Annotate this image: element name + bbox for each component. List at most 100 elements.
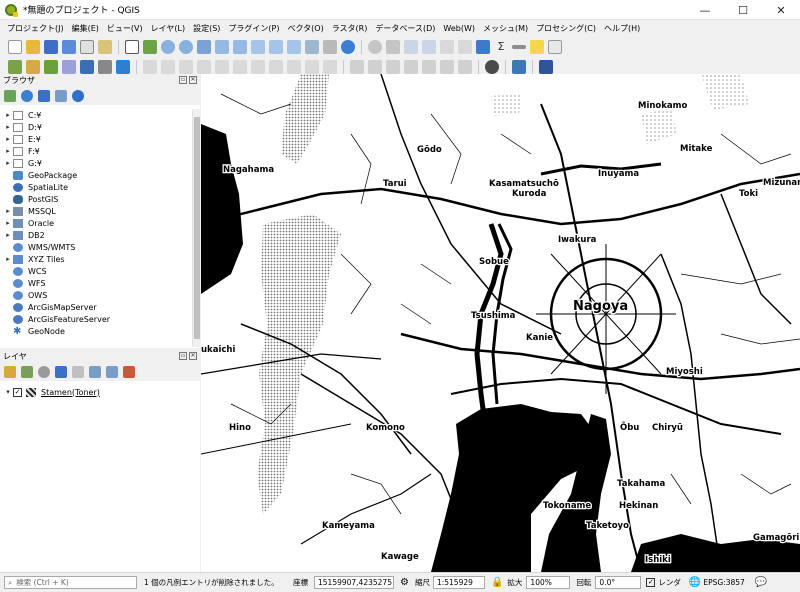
open-project-icon[interactable] bbox=[26, 39, 40, 54]
browser-item[interactable]: WMS/WMTS bbox=[0, 241, 192, 253]
close-panel-icon[interactable]: ✕ bbox=[189, 76, 197, 84]
copy-features-icon[interactable] bbox=[269, 60, 283, 74]
browser-item[interactable]: ▸ D:¥ bbox=[0, 121, 192, 133]
add-group-icon[interactable] bbox=[21, 366, 33, 378]
layout-manager-icon[interactable] bbox=[98, 39, 112, 54]
remove-layer-icon[interactable] bbox=[123, 366, 135, 378]
new-project-icon[interactable] bbox=[8, 39, 22, 54]
temporal-controller-icon[interactable] bbox=[323, 39, 337, 54]
browser-item[interactable]: ▸ F:¥ bbox=[0, 145, 192, 157]
statistics-sigma-icon[interactable]: Σ bbox=[494, 39, 508, 54]
show-hide-labels-icon[interactable] bbox=[386, 60, 400, 74]
plugin-icon[interactable] bbox=[539, 60, 553, 74]
browser-item[interactable]: ▸ G:¥ bbox=[0, 157, 192, 169]
measure-icon[interactable] bbox=[512, 44, 526, 49]
locator-search-input[interactable]: ⌕ 検索 (Ctrl + K) bbox=[4, 576, 137, 589]
style-panel-icon[interactable] bbox=[4, 366, 16, 378]
menu-project[interactable]: プロジェクト(J) bbox=[3, 23, 68, 34]
scale-field[interactable]: 1:515929 bbox=[432, 576, 485, 589]
map-canvas[interactable]: Minokamo Gōdo Mitake Nagahama Tarui Kasa… bbox=[201, 74, 800, 572]
zoom-full-icon[interactable] bbox=[197, 39, 211, 54]
menu-layer[interactable]: レイヤ(L) bbox=[147, 23, 189, 34]
maximize-button[interactable]: ☐ bbox=[724, 0, 762, 20]
chevron-right-icon[interactable]: ▸ bbox=[3, 159, 13, 167]
paste-features-icon[interactable] bbox=[287, 60, 301, 74]
info-icon[interactable] bbox=[72, 90, 84, 102]
python-console-icon[interactable] bbox=[512, 60, 526, 74]
lock-icon[interactable]: 🔒 bbox=[491, 577, 503, 588]
processing-toolbox-icon[interactable] bbox=[476, 39, 490, 54]
globe-icon[interactable] bbox=[485, 60, 499, 74]
zoom-native-icon[interactable] bbox=[251, 39, 265, 54]
undo-icon[interactable] bbox=[305, 60, 319, 74]
collapse-all-icon[interactable] bbox=[106, 366, 118, 378]
actions-icon[interactable] bbox=[386, 39, 400, 54]
menu-web[interactable]: Web(W) bbox=[439, 24, 479, 33]
rotate-label-icon[interactable] bbox=[422, 60, 436, 74]
zoom-next-icon[interactable] bbox=[287, 39, 301, 54]
rotation-field[interactable]: 0.0° bbox=[595, 576, 642, 589]
chevron-right-icon[interactable]: ▸ bbox=[3, 219, 13, 227]
browser-item[interactable]: ▸ MSSQL bbox=[0, 205, 192, 217]
chevron-right-icon[interactable]: ▸ bbox=[3, 231, 13, 239]
pan-hand-icon[interactable] bbox=[125, 39, 139, 54]
browser-item[interactable]: PostGIS bbox=[0, 193, 192, 205]
attribute-table-icon[interactable] bbox=[440, 39, 454, 54]
crs-globe-icon[interactable]: 🌐 bbox=[689, 577, 701, 588]
menu-vector[interactable]: ベクタ(O) bbox=[284, 23, 328, 34]
layer-visibility-checkbox[interactable]: ✓ bbox=[13, 387, 22, 397]
menu-processing[interactable]: プロセシング(C) bbox=[532, 23, 600, 34]
add-feature-icon[interactable] bbox=[197, 60, 211, 74]
menu-raster[interactable]: ラスタ(R) bbox=[328, 23, 372, 34]
chevron-right-icon[interactable]: ▸ bbox=[3, 207, 13, 215]
menu-view[interactable]: ビュー(V) bbox=[103, 23, 147, 34]
save-as-icon[interactable] bbox=[62, 39, 76, 54]
add-vector-layer-icon[interactable] bbox=[26, 60, 40, 74]
browser-scrollbar[interactable] bbox=[192, 109, 200, 347]
data-source-manager-icon[interactable] bbox=[8, 60, 22, 74]
refresh-icon[interactable] bbox=[21, 90, 33, 102]
menu-plugins[interactable]: プラグイン(P) bbox=[224, 23, 283, 34]
browser-item[interactable]: ▸ XYZ Tiles bbox=[0, 253, 192, 265]
save-edits-icon[interactable] bbox=[179, 60, 193, 74]
zoom-in-icon[interactable] bbox=[161, 39, 175, 54]
float-panel-icon[interactable]: ▫ bbox=[179, 352, 187, 360]
add-spatialite-icon[interactable] bbox=[80, 60, 94, 74]
browser-item[interactable]: ▸ DB2 bbox=[0, 229, 192, 241]
zoom-layer-icon[interactable] bbox=[233, 39, 247, 54]
close-button[interactable]: ✕ bbox=[762, 0, 800, 20]
browser-item[interactable]: GeoPackage bbox=[0, 169, 192, 181]
cut-features-icon[interactable] bbox=[251, 60, 265, 74]
chevron-down-icon[interactable]: ▾ bbox=[3, 388, 13, 396]
coordinate-toggle-icon[interactable]: ⚙ bbox=[400, 577, 409, 588]
map-tips-icon[interactable] bbox=[530, 39, 544, 54]
select-features-icon[interactable] bbox=[404, 39, 418, 54]
filter-expression-icon[interactable] bbox=[72, 366, 84, 378]
menu-database[interactable]: データベース(D) bbox=[371, 23, 439, 34]
change-label-icon[interactable] bbox=[440, 60, 454, 74]
float-panel-icon[interactable]: ▫ bbox=[179, 76, 187, 84]
browser-item[interactable]: ArcGisMapServer bbox=[0, 301, 192, 313]
filter-legend-icon[interactable] bbox=[55, 366, 67, 378]
chevron-right-icon[interactable]: ▸ bbox=[3, 255, 13, 263]
menu-help[interactable]: ヘルプ(H) bbox=[600, 23, 644, 34]
expand-all-icon[interactable] bbox=[89, 366, 101, 378]
layer-item[interactable]: ▾ ✓ Stamen(Toner) bbox=[0, 386, 200, 398]
pin-labels-icon[interactable] bbox=[368, 60, 382, 74]
chevron-right-icon[interactable]: ▸ bbox=[3, 123, 13, 131]
coordinate-field[interactable]: 15159907,4235275 bbox=[314, 576, 394, 589]
zoom-out-icon[interactable] bbox=[179, 39, 193, 54]
new-map-view-icon[interactable] bbox=[305, 39, 319, 54]
new-print-layout-icon[interactable] bbox=[80, 39, 94, 54]
browser-item[interactable]: ▸ E:¥ bbox=[0, 133, 192, 145]
toggle-editing-icon[interactable] bbox=[161, 60, 175, 74]
browser-item[interactable]: ✱ GeoNode bbox=[0, 325, 192, 337]
zoom-last-icon[interactable] bbox=[269, 39, 283, 54]
crs-button[interactable]: EPSG:3857 bbox=[703, 578, 744, 587]
messages-icon[interactable]: 💬 bbox=[755, 577, 767, 588]
scrollbar-thumb[interactable] bbox=[194, 117, 200, 339]
filter-icon[interactable] bbox=[38, 90, 50, 102]
chevron-right-icon[interactable]: ▸ bbox=[3, 111, 13, 119]
browser-item[interactable]: ArcGisFeatureServer bbox=[0, 313, 192, 325]
vertex-tool-icon[interactable] bbox=[215, 60, 229, 74]
